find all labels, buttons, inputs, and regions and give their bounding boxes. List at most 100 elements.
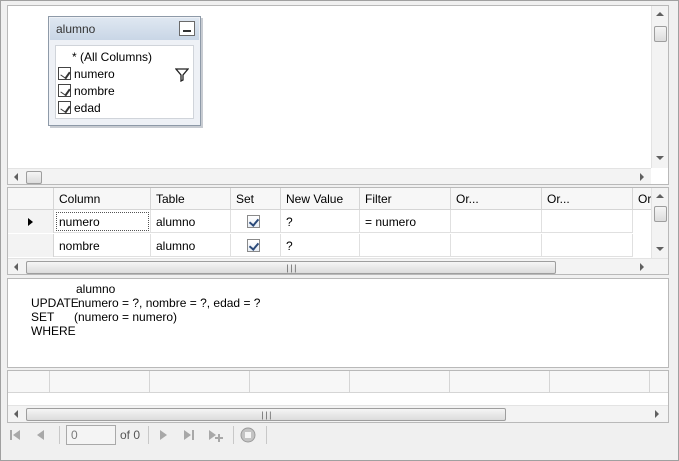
set-checkbox[interactable] [247,215,260,228]
cell-or-2[interactable] [542,234,633,257]
add-new-icon [209,430,224,442]
header-filter[interactable]: Filter [360,188,451,210]
sql-argument: (numero = numero) [74,310,178,324]
scroll-down-icon[interactable] [656,156,664,160]
cell-table[interactable]: alumno [151,210,231,233]
results-header-cell[interactable] [350,371,450,393]
current-row-icon [28,217,33,226]
cell-filter[interactable] [360,234,451,257]
header-table[interactable]: Table [151,188,231,210]
header-set[interactable]: Set [231,188,281,210]
navigator-separator [59,426,60,444]
results-header-cell[interactable] [50,371,150,393]
results-horizontal-scrollbar[interactable]: ||| [8,405,668,422]
cancel-query-button[interactable] [240,427,256,443]
move-previous-button[interactable] [33,427,49,443]
results-header-cell[interactable] [450,371,550,393]
criteria-grid-header: Column Table Set New Value Filter Or... … [8,188,653,210]
cell-set[interactable] [231,210,281,233]
header-column[interactable]: Column [54,188,151,210]
results-header-cell[interactable] [650,371,668,393]
results-header-cell[interactable] [550,371,650,393]
table-row[interactable]: numero alumno ? = numero [8,210,633,233]
sql-argument: numero = ?, nombre = ?, edad = ? [78,296,261,310]
scroll-thumb[interactable] [654,26,667,42]
table-row[interactable]: nombre alumno ? [8,234,633,257]
record-count-label: of 0 [120,428,141,442]
scroll-thumb[interactable]: ||| [26,408,506,421]
scroll-left-icon[interactable] [14,263,18,271]
filter-icon [175,68,189,82]
header-or-1[interactable]: Or... [451,188,542,210]
column-checkbox-icon[interactable] [58,84,71,97]
move-next-icon [160,430,168,440]
column-item-numero[interactable]: numero [58,65,115,82]
cell-filter[interactable]: = numero [360,210,451,233]
column-label: nombre [74,83,115,98]
cell-new-value[interactable]: ? [281,234,360,257]
scroll-right-icon[interactable] [655,410,659,418]
column-item-edad[interactable]: edad [58,99,101,116]
sql-line: UPDATE [11,282,79,310]
scroll-thumb[interactable] [654,206,667,222]
cell-column[interactable]: numero [54,210,151,233]
add-new-button[interactable] [207,427,224,443]
cell-or-1[interactable] [451,210,542,233]
cell-set[interactable] [231,234,281,257]
cell-or-1[interactable] [451,234,542,257]
header-new-value[interactable]: New Value [281,188,360,210]
scroll-left-icon[interactable] [14,410,18,418]
header-or-2[interactable]: Or... [542,188,633,210]
column-item-all[interactable]: * (All Columns) [72,48,152,65]
move-last-button[interactable] [181,427,197,443]
header-or-3[interactable]: Or [633,188,653,210]
grid-vertical-scrollbar[interactable] [651,188,668,258]
diagram-horizontal-scrollbar[interactable] [8,168,651,184]
column-checkbox-icon[interactable] [58,67,71,80]
diagram-pane[interactable]: alumno * (All Columns) numero nombre eda… [7,5,669,185]
scroll-thumb[interactable] [26,171,42,184]
column-label: edad [74,100,101,115]
scroll-up-icon[interactable] [656,12,664,16]
results-header-cell[interactable] [150,371,250,393]
cell-column[interactable]: nombre [54,234,151,257]
diagram-vertical-scrollbar[interactable] [651,6,668,168]
move-previous-icon [37,430,44,440]
scroll-left-icon[interactable] [14,173,18,181]
cell-new-value[interactable]: ? [281,210,360,233]
record-navigator: of 0 [7,424,669,446]
scroll-up-icon[interactable] [656,194,664,198]
move-next-button[interactable] [155,427,171,443]
sql-pane[interactable]: UPDATE alumno SET numero = ?, nombre = ?… [7,278,669,368]
table-box-alumno[interactable]: alumno * (All Columns) numero nombre eda… [48,16,201,126]
row-selector[interactable] [8,210,54,233]
scroll-thumb[interactable]: ||| [26,261,556,274]
results-pane[interactable]: ||| [7,370,669,423]
cell-table[interactable]: alumno [151,234,231,257]
move-first-button[interactable] [7,427,23,443]
navigator-separator [148,426,150,444]
results-header [8,371,668,393]
position-input[interactable] [66,425,116,445]
sql-argument: alumno [76,282,116,296]
scroll-right-icon[interactable] [640,263,644,271]
criteria-grid-pane[interactable]: Column Table Set New Value Filter Or... … [7,187,669,275]
table-box-header[interactable]: alumno [50,18,199,40]
column-checkbox-icon[interactable] [58,101,71,114]
row-header-corner [8,188,54,210]
set-checkbox[interactable] [247,239,260,252]
row-selector[interactable] [8,234,54,257]
scroll-down-icon[interactable] [656,247,664,251]
table-column-list: * (All Columns) numero nombre edad [55,45,194,119]
scroll-right-icon[interactable] [640,173,644,181]
minimize-button[interactable] [179,21,195,36]
table-box-title: alumno [56,22,96,36]
sql-keyword: WHERE [31,324,76,338]
grid-horizontal-scrollbar[interactable]: ||| [8,258,668,274]
navigator-separator [233,426,235,444]
stop-icon [240,427,256,443]
move-first-icon [10,430,20,440]
column-item-nombre[interactable]: nombre [58,82,115,99]
cell-or-2[interactable] [542,210,633,233]
results-header-cell[interactable] [250,371,350,393]
